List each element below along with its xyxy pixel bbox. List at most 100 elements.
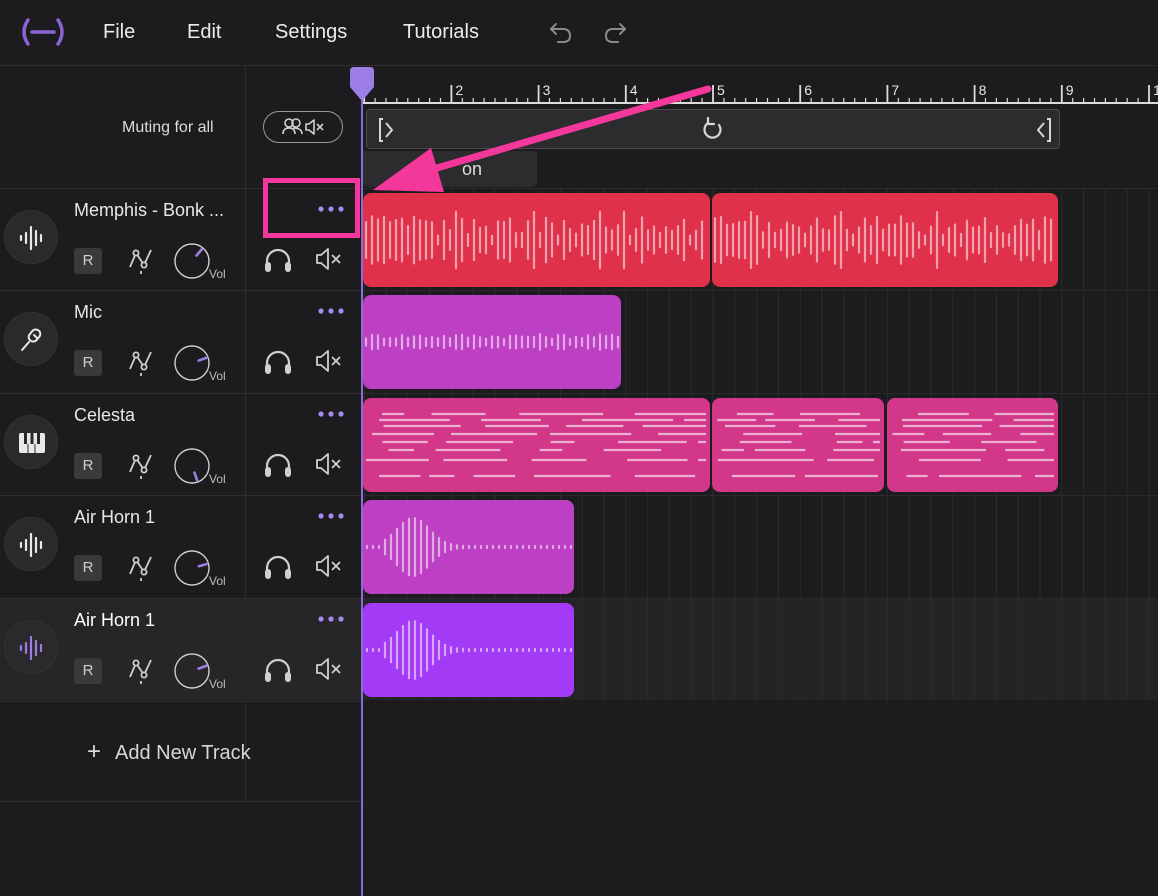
undo-icon[interactable]	[548, 18, 574, 46]
menu-settings[interactable]: Settings	[275, 19, 347, 45]
audio-clip[interactable]	[887, 398, 1058, 492]
record-arm-button[interactable]: R	[74, 350, 102, 376]
section-tooltip: on	[362, 151, 537, 187]
headphones-icon[interactable]	[263, 451, 293, 479]
record-arm-button[interactable]: R	[74, 555, 102, 581]
bar-number: 2	[455, 82, 463, 98]
menu-file[interactable]: File	[103, 19, 135, 45]
section-tooltip-text: on	[462, 159, 483, 179]
bar-number: 8	[979, 82, 987, 98]
track-type-button[interactable]	[4, 312, 58, 366]
clip-waveform	[717, 412, 880, 478]
add-track-row[interactable]: + Add New Track	[0, 701, 362, 802]
clip-waveform	[713, 210, 1053, 270]
clip-waveform	[365, 517, 573, 577]
mute-icon[interactable]	[315, 247, 343, 271]
track-type-button[interactable]	[4, 517, 58, 571]
bar-number: 5	[717, 82, 725, 98]
volume-label: Vol	[209, 267, 226, 281]
track-type-button[interactable]	[4, 415, 58, 469]
volume-label: Vol	[209, 369, 226, 383]
track-name[interactable]: Memphis - Bonk ...	[74, 200, 224, 221]
muting-label: Muting for all	[122, 119, 214, 136]
mute-icon[interactable]	[315, 452, 343, 476]
group-mute-icon	[282, 118, 324, 135]
automation-icon[interactable]	[126, 552, 156, 582]
more-options-icon[interactable]	[316, 303, 346, 319]
audio-clip[interactable]	[363, 295, 621, 389]
track-row[interactable]: Celesta R Vol	[0, 393, 362, 495]
track-lane[interactable]	[362, 495, 1158, 598]
track-lane[interactable]	[362, 290, 1158, 393]
track-lane[interactable]	[362, 188, 1158, 291]
clip-waveform	[365, 620, 573, 680]
audio-clip[interactable]	[712, 398, 884, 492]
bar-number: 6	[804, 82, 812, 98]
track-name[interactable]: Celesta	[74, 405, 135, 426]
headphones-icon[interactable]	[263, 246, 293, 274]
volume-knob[interactable]	[173, 652, 211, 690]
automation-icon[interactable]	[126, 450, 156, 480]
track-name[interactable]: Air Horn 1	[74, 610, 155, 631]
more-options-icon[interactable]	[316, 611, 346, 627]
more-options-icon[interactable]	[316, 508, 346, 524]
mute-all-button[interactable]	[263, 111, 343, 143]
timeline-ruler[interactable]: 2 3 4 5 6 7 8 9 1	[362, 67, 1158, 105]
loop-region-bar[interactable]	[366, 109, 1060, 149]
loop-start-icon[interactable]	[377, 117, 397, 143]
track-lane[interactable]	[362, 598, 1158, 701]
clip-waveform	[364, 210, 704, 270]
track-row[interactable]: Air Horn 1 R Vol	[0, 598, 362, 700]
bar-number: 1	[1153, 82, 1158, 98]
redo-icon[interactable]	[602, 18, 628, 46]
headphones-icon[interactable]	[263, 553, 293, 581]
record-arm-button[interactable]: R	[74, 248, 102, 274]
playhead-line[interactable]	[361, 90, 363, 896]
mute-icon[interactable]	[315, 554, 343, 578]
mute-icon[interactable]	[315, 657, 343, 681]
app-logo-icon[interactable]	[18, 17, 68, 47]
automation-icon[interactable]	[126, 245, 156, 275]
track-type-button[interactable]	[4, 210, 58, 264]
track-name[interactable]: Mic	[74, 302, 102, 323]
clip-waveform	[365, 412, 706, 478]
volume-knob[interactable]	[173, 447, 211, 485]
audio-clip[interactable]	[363, 193, 710, 287]
volume-label: Vol	[209, 677, 226, 691]
track-name[interactable]: Air Horn 1	[74, 507, 155, 528]
audio-clip[interactable]	[712, 193, 1058, 287]
automation-icon[interactable]	[126, 347, 156, 377]
playhead-handle[interactable]	[347, 67, 377, 103]
track-row[interactable]: Mic R Vol	[0, 290, 362, 392]
track-type-button[interactable]	[4, 620, 58, 674]
volume-label: Vol	[209, 472, 226, 486]
timeline[interactable]: 2 3 4 5 6 7 8 9 1 on	[362, 67, 1158, 896]
clip-waveform	[364, 333, 620, 351]
volume-knob[interactable]	[173, 344, 211, 382]
headphones-icon[interactable]	[263, 348, 293, 376]
loop-end-icon[interactable]	[1033, 117, 1053, 143]
bar-number: 4	[630, 82, 638, 98]
volume-label: Vol	[209, 574, 226, 588]
volume-knob[interactable]	[173, 549, 211, 587]
audio-clip[interactable]	[363, 398, 710, 492]
audio-clip[interactable]	[363, 500, 574, 594]
menu-bar: File Edit Settings Tutorials	[0, 0, 1158, 66]
loop-toggle-icon[interactable]	[700, 116, 726, 144]
bar-number: 7	[891, 82, 899, 98]
track-lane[interactable]	[362, 393, 1158, 496]
clip-waveform	[892, 412, 1054, 478]
mute-icon[interactable]	[315, 349, 343, 373]
record-arm-button[interactable]: R	[74, 658, 102, 684]
volume-knob[interactable]	[173, 242, 211, 280]
track-row[interactable]: Air Horn 1 R Vol	[0, 495, 362, 597]
menu-tutorials[interactable]: Tutorials	[403, 19, 479, 45]
headphones-icon[interactable]	[263, 656, 293, 684]
menu-edit[interactable]: Edit	[187, 19, 221, 45]
audio-clip[interactable]	[363, 603, 574, 697]
add-track-button[interactable]: Add New Track	[115, 742, 251, 765]
automation-icon[interactable]	[126, 655, 156, 685]
highlight-box	[263, 178, 360, 238]
more-options-icon[interactable]	[316, 406, 346, 422]
record-arm-button[interactable]: R	[74, 453, 102, 479]
